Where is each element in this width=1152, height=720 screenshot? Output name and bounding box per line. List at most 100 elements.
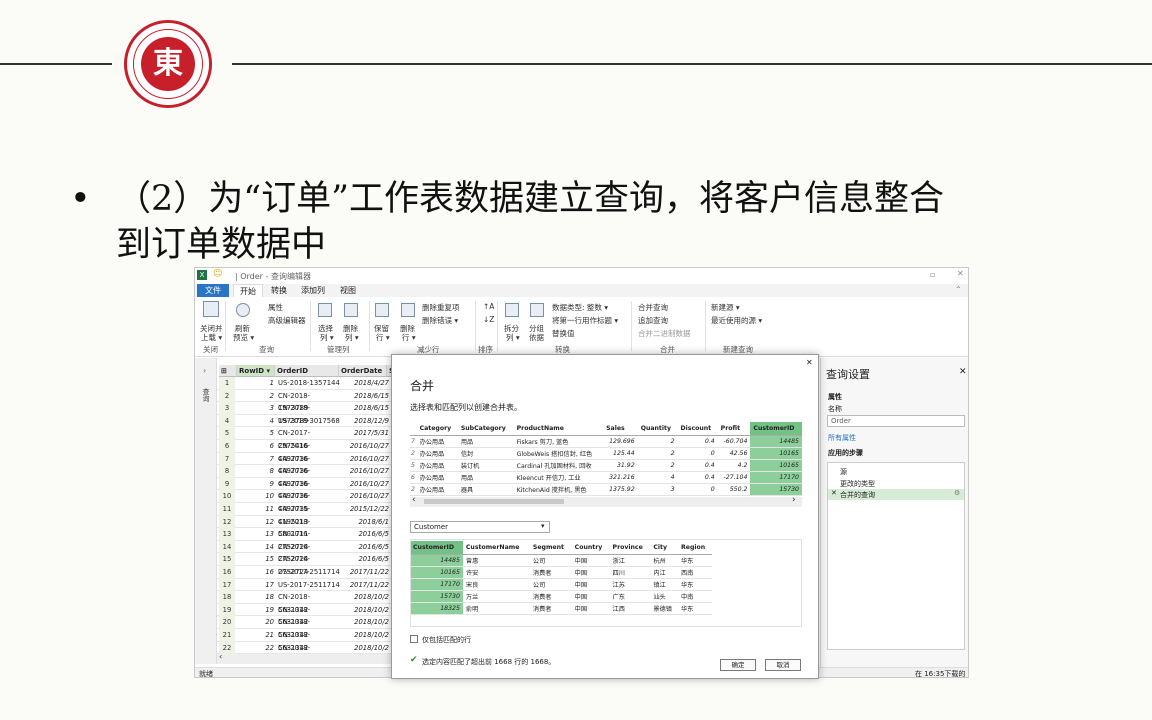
table-row[interactable]: 6 办公用品 用品 Kleencut 开信刀, 工业 321.216 4 0.4 -27.10… bbox=[410, 471, 802, 484]
table-select-dropdown[interactable]: Customer ▾ bbox=[410, 521, 550, 533]
expand-icon[interactable]: › bbox=[203, 366, 206, 375]
table-row[interactable]: 2222CN-2018-56313422018/10/2 bbox=[217, 641, 393, 664]
step-changed-type[interactable]: 更改的类型 bbox=[840, 479, 875, 489]
tab-file[interactable]: 文件 bbox=[197, 284, 229, 297]
append-queries-button[interactable]: 追加查询 bbox=[638, 315, 668, 326]
merge-bottom-header[interactable]: Region bbox=[677, 541, 712, 555]
combine-binaries-button[interactable]: 合并二进制数据 bbox=[638, 328, 691, 339]
top-table-scrollbar[interactable]: ‹ › bbox=[410, 495, 802, 507]
remove-duplicates-button[interactable]: 删除重复项 bbox=[422, 302, 460, 313]
table-row[interactable]: 15 15 CN-2016-2752724 2016/6/5 bbox=[217, 553, 393, 576]
table-row[interactable]: 5 5 CN-2017-2975416 2017/5/31 bbox=[217, 427, 393, 450]
column-header-orderid[interactable]: OrderID bbox=[275, 365, 339, 377]
keep-rows-icon[interactable] bbox=[375, 303, 389, 317]
refresh-icon[interactable] bbox=[236, 303, 250, 317]
table-row[interactable]: 14 14 CN-2016-2752724 2016/6/5 bbox=[217, 540, 393, 563]
merge-top-header[interactable]: Sales bbox=[603, 422, 638, 436]
only-matching-checkbox[interactable] bbox=[410, 635, 418, 643]
new-source-button[interactable]: 新建源 ▾ bbox=[711, 302, 740, 313]
table-row[interactable]: 19 19 CN-2018-5631342 2018/10/2 bbox=[217, 603, 393, 626]
table-menu-icon[interactable]: ⊞ bbox=[219, 365, 237, 377]
properties-button[interactable]: 属性 bbox=[268, 302, 283, 313]
table-row[interactable]: 6 6 CN-2016-4497736 2016/10/27 bbox=[217, 440, 393, 463]
merge-bottom-header[interactable]: CustomerName bbox=[462, 541, 530, 555]
table-row[interactable]: 2 办公用品 信封 GlobeWeis 搭扣信封, 红色 125.44 2 0 42.56 10… bbox=[410, 447, 802, 460]
step-gear-icon[interactable]: ⚙ bbox=[954, 489, 960, 497]
restore-icon[interactable]: ▫ bbox=[930, 270, 935, 279]
merge-bottom-header[interactable]: Country bbox=[571, 541, 610, 555]
merge-queries-button[interactable]: 合并查询 bbox=[638, 302, 668, 313]
merge-top-header[interactable]: CustomerID bbox=[750, 422, 802, 436]
merge-bottom-header[interactable]: Segment bbox=[529, 541, 572, 555]
applied-steps-section: 应用的步骤 bbox=[828, 449, 863, 457]
table-row[interactable]: 20 20 CN-2018-5631342 2018/10/2 bbox=[217, 616, 393, 639]
cancel-button[interactable]: 取消 bbox=[765, 659, 801, 671]
table-row[interactable]: 11 11 CN-2015-4195213 2015/12/22 bbox=[217, 503, 393, 526]
table-row[interactable]: 7 办公用品 用品 Fiskars 剪刀, 蓝色 129.696 2 0.4 -60.704 1… bbox=[410, 435, 802, 448]
close-settings-icon[interactable]: ✕ bbox=[959, 367, 967, 377]
choose-columns-icon[interactable] bbox=[318, 303, 332, 317]
table-row[interactable]: 9 9 CN-2016-4497736 2016/10/27 bbox=[217, 477, 393, 500]
table-row[interactable]: 2 2 CN-2018-1973789 2018/6/15 bbox=[217, 389, 393, 412]
close-load-icon[interactable] bbox=[203, 301, 219, 317]
sort-ascending-icon[interactable]: ↑A bbox=[483, 302, 494, 311]
queries-pane-collapsed[interactable]: › 查询 bbox=[195, 358, 217, 664]
merge-top-header[interactable]: ProductName bbox=[513, 422, 604, 436]
column-header-rowid[interactable]: RowID ▾ bbox=[237, 365, 275, 377]
merge-bottom-header[interactable]: CustomerID bbox=[410, 541, 463, 555]
close-window-icon[interactable]: ✕ bbox=[957, 269, 964, 278]
all-properties-link[interactable]: 所有属性 bbox=[828, 433, 856, 443]
query-name-input[interactable]: Order bbox=[827, 415, 965, 427]
table-row[interactable]: 18 18 CN-2018-5631342 2018/10/2 bbox=[217, 591, 393, 614]
table-row[interactable]: 17170 宋良 公司 中国 江苏 镇江 华东 bbox=[410, 578, 712, 591]
merge-top-header[interactable]: Category bbox=[416, 422, 458, 436]
table-row[interactable]: 21 21 CN-2018-5631342 2018/10/2 bbox=[217, 629, 393, 652]
smiley-icon[interactable]: ☺ bbox=[213, 269, 222, 279]
data-type-dropdown[interactable]: 数据类型: 整数 ▾ bbox=[552, 302, 608, 313]
use-first-row-button[interactable]: 将第一行用作标题 ▾ bbox=[552, 315, 618, 326]
table-row[interactable]: 15730 万兰 消费者 中国 广东 汕头 中南 bbox=[410, 590, 712, 603]
dialog-close-icon[interactable]: ✕ bbox=[806, 358, 813, 367]
table-row[interactable]: 14485 曾惠 公司 中国 浙江 杭州 华东 bbox=[410, 554, 712, 567]
table-row[interactable]: 10 10 CN-2016-4497736 2016/10/27 bbox=[217, 490, 393, 513]
remove-rows-icon[interactable] bbox=[401, 303, 415, 317]
remove-columns-icon[interactable] bbox=[344, 303, 358, 317]
table-row[interactable]: 12 12 CN-2018-5801711 2018/6/1 bbox=[217, 515, 393, 538]
delete-step-icon[interactable]: ✕ bbox=[831, 489, 837, 497]
table-row[interactable]: 2 办公用品 器具 KitchenAid 搅拌机, 黑色 1375.92 3 0 550.2 1… bbox=[410, 483, 802, 496]
table-row[interactable]: 18325 俞明 消费者 中国 江西 景德镇 华东 bbox=[410, 602, 712, 615]
group-by-icon[interactable] bbox=[530, 303, 544, 317]
table-row[interactable]: 1 1 US-2018-1357144 2018/4/27 bbox=[217, 377, 393, 390]
tab-home[interactable]: 开始 bbox=[233, 284, 263, 297]
table-row[interactable]: 4 4 US-2018-3017568 2018/12/9 bbox=[217, 414, 393, 428]
step-merged-queries[interactable]: ✕ 合并的查询 ⚙ bbox=[828, 489, 964, 500]
step-source[interactable]: 源 bbox=[840, 467, 847, 477]
merge-top-header[interactable]: SubCategory bbox=[457, 422, 514, 436]
tab-transform[interactable]: 转换 bbox=[265, 284, 293, 297]
table-row[interactable]: 8 8 CN-2016-4497736 2016/10/27 bbox=[217, 465, 393, 488]
remove-errors-button[interactable]: 删除错误 ▾ bbox=[422, 315, 458, 326]
tab-view[interactable]: 视图 bbox=[334, 284, 362, 297]
merge-top-header[interactable]: Discount bbox=[677, 422, 718, 436]
ok-button[interactable]: 确定 bbox=[720, 659, 756, 671]
merge-bottom-header[interactable]: Province bbox=[609, 541, 651, 555]
merge-bottom-header[interactable]: City bbox=[650, 541, 678, 555]
advanced-editor-button[interactable]: 高级编辑器 bbox=[268, 315, 306, 326]
table-row[interactable]: 16 16 US-2017-2511714 2017/11/22 bbox=[217, 566, 393, 579]
table-row[interactable]: 7 7 CN-2016-4497736 2016/10/27 bbox=[217, 452, 393, 475]
collapse-ribbon-icon[interactable]: ⌃ bbox=[955, 285, 962, 294]
merge-top-header[interactable]: Profit bbox=[717, 422, 751, 436]
table-row[interactable]: 3 3 CN-2018-1973789 2018/6/15 bbox=[217, 402, 393, 425]
sort-descending-icon[interactable]: ↓Z bbox=[483, 315, 494, 324]
table-row[interactable]: 5 办公用品 装订机 Cardinal 孔加固材料, 回收 31.92 2 0.4 4.2 10… bbox=[410, 459, 802, 472]
tab-add-column[interactable]: 添加列 bbox=[295, 284, 331, 297]
recent-sources-button[interactable]: 最近使用的源 ▾ bbox=[711, 315, 762, 326]
table-row[interactable]: 17 17 US-2017-2511714 2017/11/22 bbox=[217, 578, 393, 592]
split-column-icon[interactable] bbox=[505, 303, 519, 317]
column-header-orderdate[interactable]: OrderDate bbox=[339, 365, 387, 377]
merge-top-header[interactable]: Quantity bbox=[637, 422, 678, 436]
replace-values-button[interactable]: 替换值 bbox=[552, 328, 575, 339]
table-row[interactable]: 10165 许安 消费者 中国 四川 内江 西南 bbox=[410, 566, 712, 579]
table-row[interactable]: 13 13 CN-2016-2752724 2016/6/5 bbox=[217, 528, 393, 551]
horizontal-scrollbar[interactable]: ‹ bbox=[217, 652, 393, 664]
